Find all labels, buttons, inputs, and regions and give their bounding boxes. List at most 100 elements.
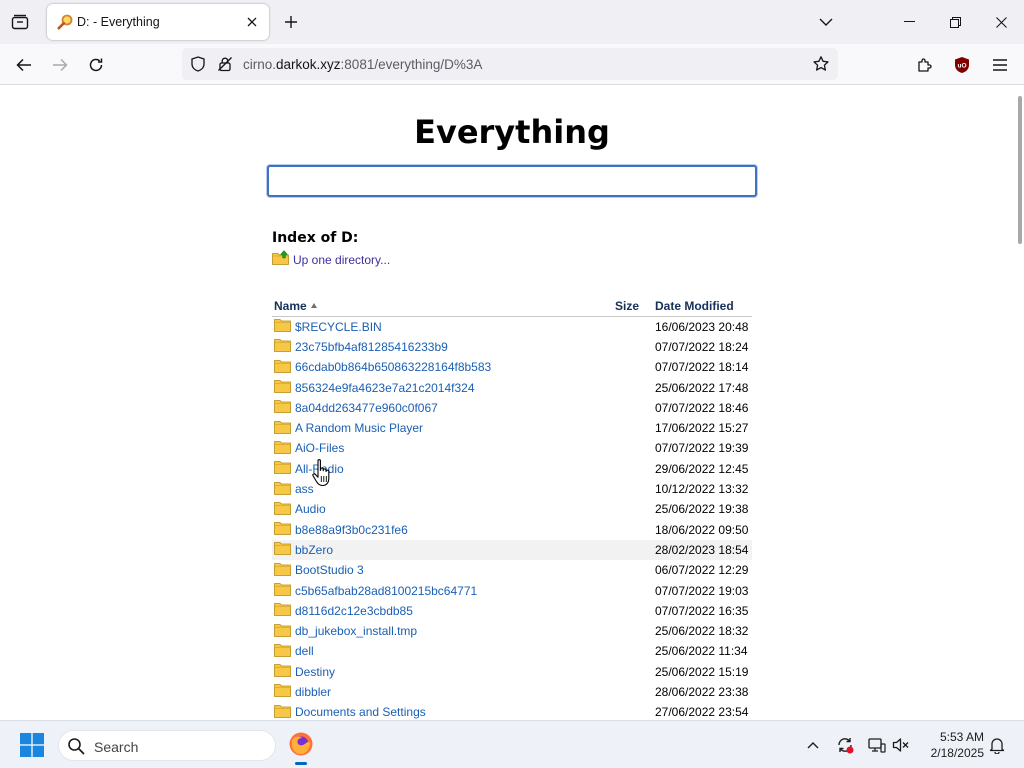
browser-tab-active[interactable]: D: - Everything [47, 4, 269, 40]
folder-link[interactable]: dibbler [295, 685, 331, 699]
folder-link[interactable]: 23c75bfb4af81285416233b9 [295, 340, 448, 354]
clock-time: 5:53 AM [939, 730, 984, 744]
folder-icon [274, 420, 291, 437]
table-row[interactable]: dibbler 28/06/2022 23:38 [272, 682, 752, 702]
folder-link[interactable]: BootStudio 3 [295, 563, 364, 577]
folder-link[interactable]: Documents and Settings [295, 705, 426, 719]
reload-icon[interactable] [82, 51, 110, 79]
table-row[interactable]: Destiny 25/06/2022 15:19 [272, 662, 752, 682]
tab-list-icon[interactable] [8, 10, 32, 34]
network-icon[interactable] [866, 734, 888, 756]
browser-nav-bar: cirno.darkok.xyz:8081/everything/D%3A uO [0, 44, 1024, 85]
table-row[interactable]: A Random Music Player 17/06/2022 15:27 [272, 418, 752, 438]
restore-icon[interactable] [932, 0, 978, 44]
table-row[interactable]: 8a04dd263477e960c0f067 07/07/2022 18:46 [272, 398, 752, 418]
speaker-muted-icon[interactable] [890, 734, 912, 756]
minimize-icon[interactable] [886, 0, 932, 44]
windows-start-icon[interactable] [20, 733, 44, 757]
close-tab-icon[interactable] [243, 13, 261, 31]
folder-link[interactable]: Destiny [295, 665, 335, 679]
name-cell: AiO-Files [272, 438, 608, 458]
column-header-name-label: Name [274, 298, 307, 313]
extensions-puzzle-icon[interactable] [910, 51, 938, 79]
folder-link[interactable]: $RECYCLE.BIN [295, 320, 382, 334]
table-row[interactable]: dell 25/06/2022 11:34 [272, 641, 752, 661]
table-row[interactable]: Audio 25/06/2022 19:38 [272, 499, 752, 519]
date-cell: 25/06/2022 19:38 [655, 502, 749, 517]
folder-icon [274, 399, 291, 416]
table-row[interactable]: 66cdab0b864b650863228164f8b583 07/07/2022… [272, 357, 752, 377]
folder-link[interactable]: AiO-Files [295, 441, 344, 455]
notification-bell-icon[interactable] [986, 734, 1008, 756]
name-cell: Documents and Settings [272, 702, 608, 720]
table-row[interactable]: ass 10/12/2022 13:32 [272, 479, 752, 499]
back-arrow-icon[interactable] [10, 51, 38, 79]
new-tab-icon[interactable] [280, 11, 302, 33]
column-header-size[interactable]: Size [608, 296, 653, 317]
column-header-name[interactable]: Name [272, 296, 608, 317]
chevron-down-icon[interactable] [815, 11, 837, 33]
folder-link[interactable]: 8a04dd263477e960c0f067 [295, 401, 438, 415]
folder-link[interactable]: 856324e9fa4623e7a21c2014f324 [295, 381, 475, 395]
listing-header-row: Name Size Date Modified [272, 296, 752, 317]
hamburger-menu-icon[interactable] [986, 51, 1014, 79]
ublock-origin-icon[interactable]: uO [948, 51, 976, 79]
bookmark-star-icon[interactable] [812, 55, 830, 78]
insecure-connection-icon[interactable] [217, 56, 233, 77]
table-row[interactable]: $RECYCLE.BIN 16/06/2023 20:48 [272, 316, 752, 337]
folder-icon [274, 359, 291, 376]
folder-link[interactable]: 66cdab0b864b650863228164f8b583 [295, 360, 491, 374]
table-row[interactable]: c5b65afbab28ad8100215bc64771 07/07/2022 1… [272, 580, 752, 600]
date-cell: 16/06/2023 20:48 [655, 319, 749, 334]
date-cell: 10/12/2022 13:32 [655, 482, 749, 497]
size-cell [608, 539, 653, 561]
firefox-taskbar-icon[interactable] [285, 727, 317, 761]
name-cell: 23c75bfb4af81285416233b9 [272, 337, 608, 357]
table-row[interactable]: db_jukebox_install.tmp 25/06/2022 18:32 [272, 621, 752, 641]
folder-link[interactable]: Audio [295, 502, 326, 516]
table-row[interactable]: All-Radio29/06/2022 12:45 [272, 459, 752, 479]
up-directory-label[interactable]: Up one directory... [293, 253, 390, 267]
table-row[interactable]: AiO-Files 07/07/2022 19:39 [272, 438, 752, 458]
folder-icon [274, 338, 291, 355]
date-cell: 07/07/2022 16:35 [655, 603, 749, 618]
folder-link[interactable]: d8116d2c12e3cbdb85 [295, 604, 413, 618]
table-row[interactable]: BootStudio 3 06/07/2022 12:29 [272, 560, 752, 580]
folder-link[interactable]: bbZero [295, 543, 333, 557]
size-cell [608, 438, 653, 458]
name-cell: dell [272, 641, 608, 661]
chevron-up-icon[interactable] [802, 734, 824, 756]
tracking-protection-shield-icon[interactable] [190, 56, 206, 77]
table-row[interactable]: 23c75bfb4af81285416233b9 07/07/2022 18:24 [272, 337, 752, 357]
date-cell: 25/06/2022 11:34 [655, 644, 748, 659]
folder-link[interactable]: A Random Music Player [295, 421, 423, 435]
date-cell: 29/06/2022 12:45 [655, 461, 749, 476]
page-scrollbar[interactable] [1016, 86, 1024, 720]
table-row[interactable]: b8e88a9f3b0c231fe6 18/06/2022 09:50 [272, 519, 752, 539]
close-window-icon[interactable] [978, 0, 1024, 44]
name-cell: db_jukebox_install.tmp [272, 621, 608, 641]
table-row[interactable]: d8116d2c12e3cbdb85 07/07/2022 16:35 [272, 601, 752, 621]
name-cell: b8e88a9f3b0c231fe6 [272, 519, 608, 539]
date-cell: 18/06/2022 09:50 [655, 522, 749, 537]
forward-arrow-icon[interactable] [46, 51, 74, 79]
folder-link[interactable]: dell [295, 644, 314, 658]
taskbar-clock[interactable]: 5:53 AM 2/18/2025 [920, 729, 984, 761]
folder-link[interactable]: c5b65afbab28ad8100215bc64771 [295, 584, 477, 598]
windows-taskbar: Search 5:53 AM 2/18/2025 [0, 720, 1024, 768]
url-text[interactable]: cirno.darkok.xyz:8081/everything/D%3A [243, 57, 482, 72]
table-row[interactable]: Documents and Settings 27/06/2022 23:54 [272, 702, 752, 720]
folder-link[interactable]: b8e88a9f3b0c231fe6 [295, 523, 408, 537]
search-input[interactable] [267, 165, 757, 197]
url-bar[interactable]: cirno.darkok.xyz:8081/everything/D%3A [182, 48, 838, 80]
up-directory-link[interactable]: Up one directory... [272, 250, 390, 270]
column-header-date[interactable]: Date Modified [653, 296, 752, 317]
scrollbar-thumb[interactable] [1018, 96, 1022, 244]
table-row[interactable]: bbZero 28/02/2023 18:54 [272, 539, 752, 561]
taskbar-search-box[interactable]: Search [58, 730, 276, 761]
folder-link[interactable]: db_jukebox_install.tmp [295, 624, 417, 638]
name-cell: 8a04dd263477e960c0f067 [272, 398, 608, 418]
table-row[interactable]: 856324e9fa4623e7a21c2014f324 25/06/2022 1… [272, 377, 752, 397]
sync-update-icon[interactable] [834, 734, 856, 756]
folder-icon [274, 379, 291, 396]
